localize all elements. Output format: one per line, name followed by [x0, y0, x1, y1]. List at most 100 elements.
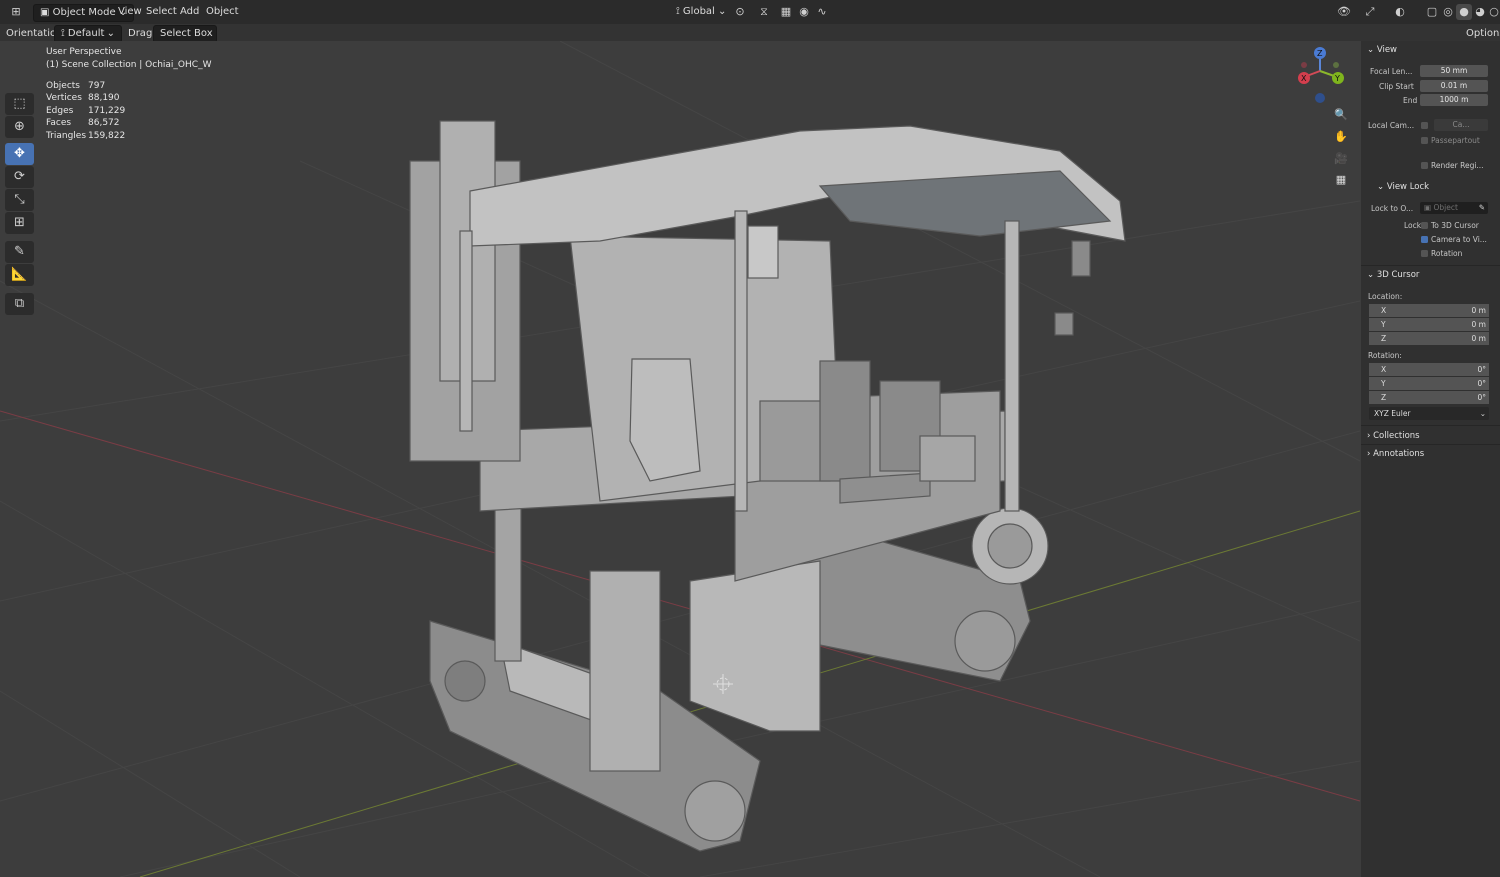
pan-hand-icon[interactable]: ✋: [1331, 127, 1351, 147]
stat-label: Vertices: [46, 93, 82, 104]
axis-label: Y: [1381, 379, 1386, 388]
chevron-down-icon: ⌄: [1377, 182, 1385, 192]
rotate-icon[interactable]: ⟳: [5, 166, 34, 188]
lock-rotation-checkbox[interactable]: [1421, 250, 1428, 257]
shading-wireframe-icon[interactable]: ◎: [1440, 4, 1456, 20]
editor-type-icon[interactable]: ⊞: [8, 4, 24, 20]
perspective-grid-icon[interactable]: ▦: [1331, 170, 1351, 190]
snap-target-icon[interactable]: ▦: [778, 4, 794, 20]
lock-to-object-field[interactable]: ▣ Object ✎: [1420, 202, 1488, 214]
view-lock-section-header[interactable]: ⌄ View Lock: [1377, 182, 1429, 192]
stat-value: 159,822: [88, 130, 126, 141]
local-camera-checkbox[interactable]: [1421, 122, 1428, 129]
cursor-location-y-field[interactable]: Y 0 m: [1369, 318, 1489, 331]
stat-label: Faces: [46, 118, 72, 129]
eyedropper-icon[interactable]: ✎: [1479, 202, 1488, 214]
3d-cursor-section-header[interactable]: ⌄ 3D Cursor: [1367, 270, 1419, 280]
stat-row: Faces 86,572: [46, 117, 125, 129]
axis-value: 0°: [1477, 379, 1486, 388]
rotation-mode-dropdown[interactable]: XYZ Euler ⌄: [1369, 407, 1489, 420]
scale-icon[interactable]: ⤡: [5, 189, 34, 211]
gizmo-toggle-icon[interactable]: ⤢: [1362, 4, 1378, 20]
cursor-rotation-y-field[interactable]: Y 0°: [1369, 377, 1489, 390]
annotate-icon[interactable]: ✎: [5, 241, 34, 263]
navigation-gizmo: Z Y X: [1298, 47, 1344, 103]
transform-icon[interactable]: ⊞: [5, 212, 34, 234]
section-title: View Lock: [1386, 182, 1430, 192]
shading-solid-icon[interactable]: ●: [1456, 4, 1472, 20]
focal-length-field[interactable]: 50 mm: [1420, 65, 1488, 77]
menu-select[interactable]: Select: [146, 4, 177, 20]
cursor-rotation-z-field[interactable]: Z 0°: [1369, 391, 1489, 404]
render-region-label: Render Regi...: [1431, 161, 1484, 170]
render-region-checkbox[interactable]: [1421, 162, 1428, 169]
stat-row: Vertices 88,190: [46, 92, 125, 104]
menu-object[interactable]: Object: [206, 4, 239, 20]
shading-rendered-icon[interactable]: ○: [1486, 4, 1500, 20]
axis-label: Z: [1381, 393, 1387, 402]
clip-end-label: End: [1403, 96, 1418, 105]
clip-end-field[interactable]: 1000 m: [1420, 94, 1488, 106]
drag-value: Select Box: [160, 28, 213, 39]
stat-row: Edges 171,229: [46, 105, 125, 117]
transform-orientation-dropdown[interactable]: ⟟ Global ⌄: [676, 4, 726, 20]
rotation-label: Rotation:: [1368, 351, 1402, 360]
cursor-location-x-field[interactable]: X 0 m: [1369, 304, 1489, 317]
move-icon[interactable]: ✥: [5, 143, 34, 165]
axis-value: 0 m: [1471, 306, 1486, 315]
lock-to-cursor-checkbox[interactable]: [1421, 222, 1428, 229]
focal-length-label: Focal Len...: [1370, 67, 1413, 76]
proportional-edit-icon[interactable]: ◉: [796, 4, 812, 20]
xray-icon[interactable]: ▢: [1424, 4, 1440, 20]
local-camera-field[interactable]: Ca...: [1434, 119, 1488, 131]
visibility-icon[interactable]: 👁: [1336, 4, 1352, 20]
chevron-down-icon: ⌄: [106, 28, 115, 39]
camera-to-view-label: Camera to Vi...: [1431, 235, 1487, 244]
camera-view-icon[interactable]: 🎥: [1331, 149, 1351, 169]
vehicle-model: [409, 120, 1126, 852]
cursor-location-z-field[interactable]: Z 0 m: [1369, 332, 1489, 345]
lock-label: Lock: [1404, 221, 1422, 230]
overlay-toggle-icon[interactable]: ◐: [1392, 4, 1408, 20]
clip-start-field[interactable]: 0.01 m: [1420, 80, 1488, 92]
stat-label: Objects: [46, 81, 81, 91]
stat-row: Triangles 159,822: [46, 130, 125, 142]
falloff-icon[interactable]: ∿: [814, 4, 830, 20]
axis-value: 0 m: [1471, 320, 1486, 329]
axis-value: 0°: [1477, 393, 1486, 402]
stat-row: Objects 797: [46, 80, 125, 92]
view-section-header[interactable]: ⌄ View: [1367, 45, 1397, 55]
passepartout-label: Passepartout: [1431, 136, 1480, 145]
stat-value: 797: [88, 81, 106, 91]
axis-value: 0°: [1477, 365, 1486, 374]
snap-icon[interactable]: ⧖: [756, 4, 772, 20]
camera-to-view-checkbox[interactable]: [1421, 236, 1428, 243]
cursor-rotation-x-field[interactable]: X 0°: [1369, 363, 1489, 376]
lock-to-object-label: Lock to O...: [1371, 204, 1414, 213]
menu-add[interactable]: Add: [180, 4, 199, 20]
chevron-down-icon: ⌄: [1367, 270, 1375, 280]
collections-section-header[interactable]: › Collections: [1367, 431, 1420, 441]
menu-view[interactable]: View: [118, 4, 142, 20]
local-camera-label: Local Cam...: [1368, 121, 1415, 130]
zoom-icon[interactable]: 🔍: [1331, 105, 1351, 125]
orientation-label: Global: [682, 6, 715, 17]
cursor-icon[interactable]: ⊕: [5, 116, 34, 138]
axis-value: 0 m: [1471, 334, 1486, 343]
section-title: Collections: [1373, 431, 1420, 441]
options-button[interactable]: Options: [1466, 26, 1500, 42]
orientation-value: Default: [67, 28, 105, 39]
sidebar-n-panel: ⌄ View Focal Len... 50 mm Clip Start 0.0…: [1361, 41, 1500, 877]
object-mode-icon: ▣: [40, 7, 50, 18]
view-name: User Perspective: [46, 47, 122, 57]
3d-viewport[interactable]: Z Y X ⬚ ⊕ ✥ ⟳ ⤡ ⊞ ✎ 📐 ⧉ User Perspective…: [0, 41, 1360, 877]
axis-label: Z: [1381, 334, 1387, 343]
add-cube-icon[interactable]: ⧉: [5, 293, 34, 315]
passepartout-checkbox[interactable]: [1421, 137, 1428, 144]
annotations-section-header[interactable]: › Annotations: [1367, 449, 1424, 459]
select-box-icon[interactable]: ⬚: [5, 93, 34, 115]
lock-object-placeholder: Object: [1433, 203, 1458, 212]
measure-icon[interactable]: 📐: [5, 264, 34, 286]
location-label: Location:: [1368, 292, 1403, 301]
pivot-point-icon[interactable]: ⊙: [732, 4, 748, 20]
